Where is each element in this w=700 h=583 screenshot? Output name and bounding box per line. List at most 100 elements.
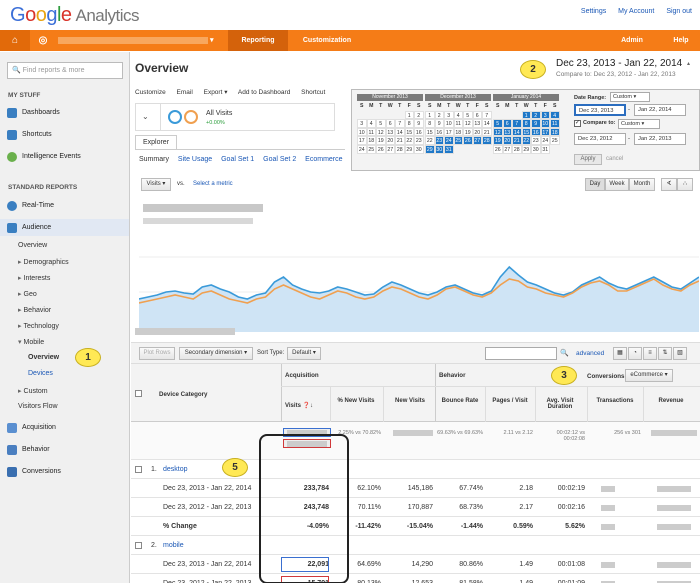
select-metric-link[interactable]: Select a metric [193,181,233,187]
segment-box[interactable]: ⌄ All Visits +0.00% [135,103,335,131]
calendar-day[interactable]: 25 [366,144,376,154]
calendar-day[interactable]: 16 [531,127,541,137]
calendar-day[interactable]: 26 [463,136,473,145]
calendar-day[interactable]: 30 [434,144,444,154]
calendar-day[interactable]: 18 [550,127,560,137]
calendar-day[interactable]: 13 [502,127,512,137]
plot-rows-button[interactable]: Plot Rows [139,347,175,360]
sidebar-item-mobile-overview[interactable]: Overview [28,352,59,364]
calendar-day[interactable]: 7 [395,119,405,128]
col-visits[interactable]: Visits ❓↓ [285,402,325,409]
calendar-day[interactable]: 10 [444,119,454,128]
line-chart-icon[interactable]: ∢ [661,178,677,191]
period-month-button[interactable]: Month [629,178,655,191]
calendar-day[interactable]: 7 [482,110,492,120]
calendar-day[interactable]: 22 [521,136,531,145]
col-new-visits[interactable]: New Visits [385,398,435,404]
calendar-day[interactable]: 4 [366,119,376,128]
calendar-day[interactable]: 24 [357,144,367,154]
calendar-day[interactable]: 31 [540,144,550,154]
secondary-dimension-select[interactable]: Secondary dimension ▾ [179,347,253,360]
sidebar-item-intelligence[interactable]: Intelligence Events [0,148,129,165]
customize-button[interactable]: Customize [135,89,166,96]
performance-view-icon[interactable]: ≡ [643,347,657,360]
calendar-day[interactable]: 6 [472,110,482,120]
calendar-day[interactable]: 11 [366,127,376,137]
calendar-day[interactable]: 2 [434,110,444,120]
row-checkbox[interactable] [135,466,142,473]
google-analytics-logo[interactable]: Google Analytics [10,4,140,27]
tab-explorer[interactable]: Explorer [135,135,177,149]
search-icon[interactable]: 🔍 [560,349,569,357]
start-date-input[interactable]: Dec 23, 2013 [574,104,626,116]
tab-reporting[interactable]: Reporting [228,30,288,51]
calendar-day[interactable]: 10 [357,127,367,137]
calendar-day[interactable]: 19 [376,136,386,145]
select-all-checkbox[interactable] [135,390,142,397]
calendar-day[interactable]: 2 [414,110,424,120]
calendar-day[interactable]: 30 [414,144,424,154]
calendar-day[interactable]: 21 [482,127,492,137]
subtab-goal-set-1[interactable]: Goal Set 1 [221,156,254,163]
calendar-day[interactable]: 21 [512,136,522,145]
compare-checkbox[interactable]: ✓ [574,120,581,127]
calendar-day[interactable]: 15 [425,127,435,137]
help-link[interactable]: Help [666,30,696,51]
col-pct-new-visits[interactable]: % New Visits [331,398,381,404]
sidebar-item-shortcuts[interactable]: Shortcuts [0,126,129,143]
calendar-day[interactable]: 16 [434,127,444,137]
calendar-day[interactable]: 11 [453,119,463,128]
calendar-day[interactable]: 24 [540,136,550,145]
settings-link[interactable]: Settings [581,8,606,15]
col-transactions[interactable]: Transactions [587,398,643,404]
calendar-day[interactable]: 29 [521,144,531,154]
calendar-day[interactable]: 20 [472,127,482,137]
calendar-day[interactable]: 9 [434,119,444,128]
calendar-day[interactable]: 27 [385,144,395,154]
calendar-day[interactable]: 23 [434,136,444,145]
col-avg-visit-duration[interactable]: Avg. Visit Duration [535,398,585,410]
calendar-day[interactable]: 20 [385,136,395,145]
calendar-day[interactable]: 13 [472,119,482,128]
compare-select[interactable]: Custom ▾ [618,119,660,129]
col-bounce-rate[interactable]: Bounce Rate [437,398,483,404]
calendar-day[interactable]: 6 [502,119,512,128]
calendar-day[interactable]: 17 [540,127,550,137]
metric-select[interactable]: Visits ▾ [141,178,171,191]
calendar-day[interactable]: 14 [395,127,405,137]
sidebar-item-dashboards[interactable]: Dashboards [0,104,129,121]
calendar-day[interactable]: 9 [414,119,424,128]
conversions-select[interactable]: eCommerce ▾ [625,369,673,382]
calendar-day[interactable]: 1 [425,110,435,120]
calendar-day[interactable]: 1 [521,110,531,120]
visits-line-chart[interactable] [139,237,699,332]
sidebar-item-behavior[interactable]: Behavior [0,441,129,458]
calendar-day[interactable]: 27 [472,136,482,145]
period-day-button[interactable]: Day [585,178,605,191]
report-search-input[interactable]: 🔍 Find reports & more [7,62,123,79]
table-view-icon[interactable]: ▦ [613,347,627,360]
calendar-day[interactable]: 17 [444,127,454,137]
calendar-day[interactable]: 5 [493,119,503,128]
calendar-day[interactable]: 26 [376,144,386,154]
calendar-day[interactable]: 8 [425,119,435,128]
export-button[interactable]: Export ▾ [204,89,228,96]
sidebar-item-realtime[interactable]: Real-Time [0,197,129,214]
calendar-day[interactable]: 2 [531,110,541,120]
calendar-day[interactable]: 9 [531,119,541,128]
sidebar-item-audience-overview[interactable]: Overview [18,240,47,252]
date-range-select[interactable]: Custom ▾ [610,92,650,102]
tab-customization[interactable]: Customization [292,30,362,51]
calendar-day[interactable]: 20 [502,136,512,145]
calendar-day[interactable]: 22 [425,136,435,145]
calendar-day[interactable]: 3 [444,110,454,120]
apply-button[interactable]: Apply [574,154,602,165]
admin-link[interactable]: Admin [612,30,652,51]
calendar-day[interactable]: 22 [404,136,414,145]
calendar-day[interactable]: 7 [512,119,522,128]
add-to-dashboard-button[interactable]: Add to Dashboard [238,89,290,96]
calendar-day[interactable]: 1 [404,110,414,120]
sidebar-item-custom[interactable]: ▸ Custom [18,386,48,398]
calendar-day[interactable]: 31 [444,144,454,154]
sidebar-item-devices[interactable]: Devices [28,368,53,380]
